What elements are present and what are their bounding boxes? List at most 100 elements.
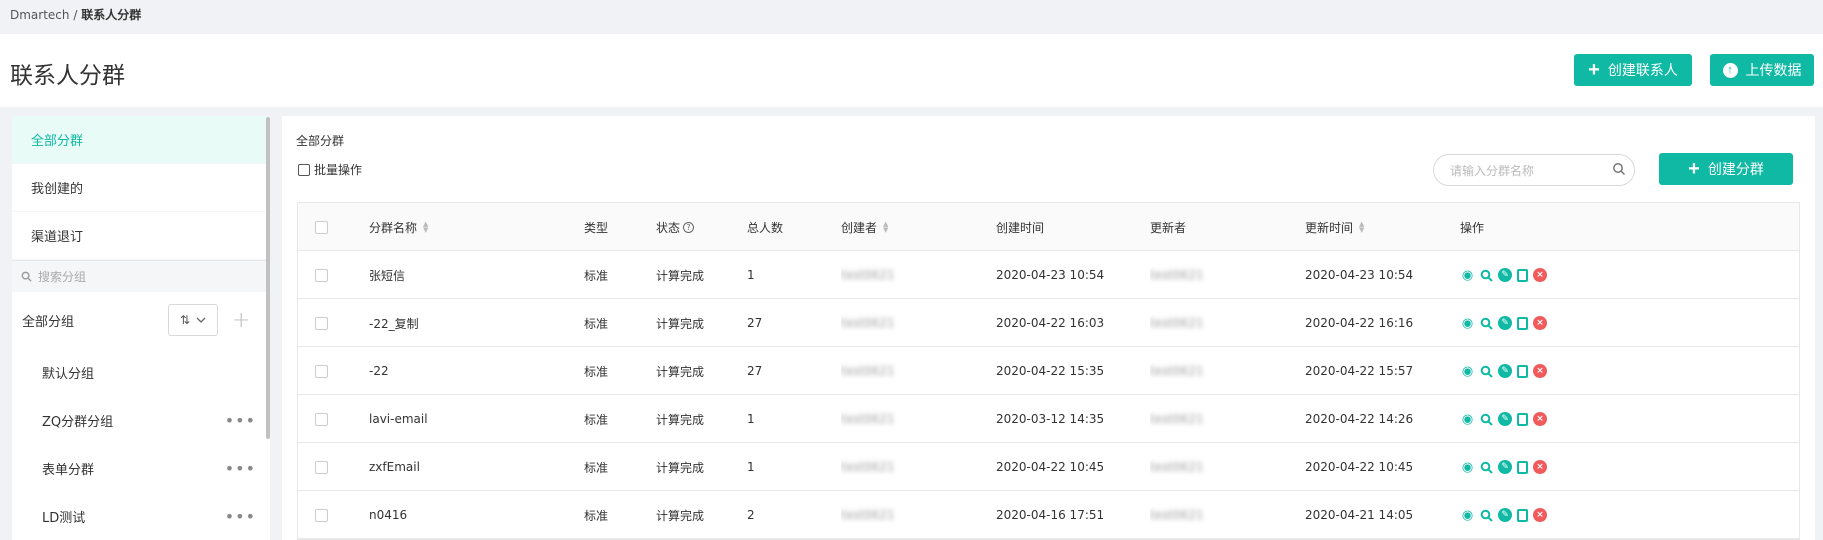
- cell-total: 1: [747, 412, 755, 426]
- copy-icon[interactable]: [1517, 508, 1528, 522]
- search-icon[interactable]: [1480, 413, 1493, 426]
- breadcrumb-root[interactable]: Dmartech: [10, 8, 70, 22]
- more-icon[interactable]: •••: [225, 411, 256, 430]
- row-checkbox-cell: [315, 299, 328, 347]
- select-all-checkbox[interactable]: [315, 220, 328, 234]
- cell-name[interactable]: zxfEmail: [369, 443, 420, 491]
- cell-type: 标准: [584, 508, 609, 523]
- cell-name[interactable]: n0416: [369, 491, 407, 539]
- cell-updater: test0621: [1150, 508, 1204, 522]
- create-contact-button[interactable]: + 创建联系人: [1574, 54, 1692, 86]
- more-icon[interactable]: •••: [225, 459, 256, 478]
- batch-operation-button[interactable]: 批量操作: [298, 161, 362, 178]
- copy-icon[interactable]: [1517, 364, 1528, 378]
- copy-icon[interactable]: [1517, 460, 1528, 474]
- row-actions: ◉ ✎ ×: [1460, 460, 1547, 475]
- column-header-updated-at[interactable]: 更新时间 ▲ ▼: [1305, 203, 1364, 251]
- upload-data-button[interactable]: ↑ 上传数据: [1710, 54, 1814, 86]
- table-row[interactable]: zxfEmail 标准 计算完成 1 test0621 2020-04-22 1…: [298, 443, 1799, 491]
- group-name-search-input[interactable]: 请输入分群名称: [1433, 154, 1635, 186]
- row-checkbox[interactable]: [315, 508, 328, 522]
- delete-icon[interactable]: ×: [1533, 412, 1547, 426]
- cell-created-at: 2020-04-22 15:35: [996, 364, 1105, 378]
- column-header-name[interactable]: 分群名称 ▲ ▼: [369, 203, 428, 251]
- create-group-button[interactable]: + 创建分群: [1659, 153, 1793, 185]
- cell-updater: test0621: [1150, 268, 1204, 282]
- sidebar-scrollbar[interactable]: [266, 117, 270, 439]
- row-checkbox[interactable]: [315, 460, 328, 474]
- delete-icon[interactable]: ×: [1533, 364, 1547, 378]
- delete-icon[interactable]: ×: [1533, 460, 1547, 474]
- edit-icon[interactable]: ✎: [1498, 508, 1512, 522]
- search-icon[interactable]: [1480, 269, 1493, 282]
- create-group-label: 创建分群: [1707, 161, 1764, 177]
- more-icon[interactable]: •••: [225, 507, 256, 526]
- group-search-input[interactable]: 搜索分组: [12, 260, 270, 292]
- row-checkbox-cell: [315, 347, 328, 395]
- delete-icon[interactable]: ×: [1533, 316, 1547, 330]
- search-icon[interactable]: [1480, 317, 1493, 330]
- cell-created-at: 2020-04-16 17:51: [996, 508, 1105, 522]
- add-group-button[interactable]: +: [232, 308, 250, 333]
- row-checkbox[interactable]: [315, 316, 328, 330]
- delete-icon[interactable]: ×: [1533, 508, 1547, 522]
- copy-icon[interactable]: [1517, 268, 1528, 282]
- edit-icon[interactable]: ✎: [1498, 364, 1512, 378]
- sort-icon[interactable]: ▲ ▼: [423, 221, 428, 234]
- view-icon[interactable]: ◉: [1460, 508, 1475, 523]
- group-item[interactable]: ZQ分群分组 •••: [12, 396, 270, 444]
- edit-icon[interactable]: ✎: [1498, 460, 1512, 474]
- table-row[interactable]: n0416 标准 计算完成 2 test0621 2020-04-16 17:5…: [298, 491, 1799, 539]
- column-header-label: 创建者: [841, 220, 878, 235]
- group-item[interactable]: 表单分群 •••: [12, 444, 270, 492]
- help-icon[interactable]: ?: [683, 221, 695, 233]
- cell-updater: test0621: [1150, 412, 1204, 426]
- cell-name[interactable]: 张短信: [369, 251, 405, 299]
- group-sort-dropdown[interactable]: ⇅: [168, 304, 218, 336]
- view-icon[interactable]: ◉: [1460, 460, 1475, 475]
- group-item[interactable]: 默认分组: [12, 348, 270, 396]
- table-row[interactable]: 张短信 标准 计算完成 1 test0621 2020-04-23 10:54 …: [298, 251, 1799, 299]
- cell-status: 计算完成: [656, 460, 705, 475]
- column-header-creator[interactable]: 创建者 ▲ ▼: [841, 203, 888, 251]
- edit-icon[interactable]: ✎: [1498, 412, 1512, 426]
- sort-icon[interactable]: ▲ ▼: [1359, 221, 1364, 234]
- table-row[interactable]: -22_复制 标准 计算完成 27 test0621 2020-04-22 16…: [298, 299, 1799, 347]
- view-icon[interactable]: ◉: [1460, 268, 1475, 283]
- copy-icon[interactable]: [1517, 412, 1528, 426]
- group-item[interactable]: LD测试 •••: [12, 492, 270, 540]
- search-icon[interactable]: [1612, 162, 1626, 176]
- row-checkbox[interactable]: [315, 412, 328, 426]
- view-icon[interactable]: ◉: [1460, 316, 1475, 331]
- search-icon[interactable]: [1480, 365, 1493, 378]
- cell-name[interactable]: lavi-email: [369, 395, 428, 443]
- sidebar-item-my-created[interactable]: 我创建的: [12, 164, 270, 212]
- sort-icon[interactable]: ▲ ▼: [883, 221, 888, 234]
- view-icon[interactable]: ◉: [1460, 412, 1475, 427]
- sidebar-item-all-groups[interactable]: 全部分群: [12, 116, 270, 164]
- cell-total: 1: [747, 460, 755, 474]
- cell-total: 1: [747, 268, 755, 282]
- column-header-updater: 更新者: [1150, 203, 1186, 251]
- column-header-label: 总人数: [747, 220, 784, 235]
- copy-icon[interactable]: [1517, 316, 1528, 330]
- view-icon[interactable]: ◉: [1460, 364, 1475, 379]
- edit-icon[interactable]: ✎: [1498, 316, 1512, 330]
- breadcrumb-separator: /: [69, 8, 82, 22]
- row-checkbox-cell: [315, 491, 328, 539]
- table-row[interactable]: -22 标准 计算完成 27 test0621 2020-04-22 15:35…: [298, 347, 1799, 395]
- row-checkbox[interactable]: [315, 364, 328, 378]
- delete-icon[interactable]: ×: [1533, 268, 1547, 282]
- search-icon[interactable]: [1480, 461, 1493, 474]
- search-icon[interactable]: [1480, 509, 1493, 522]
- group-search-placeholder: 搜索分组: [38, 270, 87, 284]
- row-checkbox[interactable]: [315, 268, 328, 282]
- column-header-actions: 操作: [1460, 203, 1484, 251]
- cell-name[interactable]: -22: [369, 347, 389, 395]
- cell-name[interactable]: -22_复制: [369, 299, 419, 347]
- plus-icon: +: [1588, 59, 1600, 81]
- sidebar-item-channel-unsubscribe[interactable]: 渠道退订: [12, 212, 270, 260]
- table-row[interactable]: lavi-email 标准 计算完成 1 test0621 2020-03-12…: [298, 395, 1799, 443]
- edit-icon[interactable]: ✎: [1498, 268, 1512, 282]
- page-header: 联系人分群 + 创建联系人 ↑ 上传数据: [0, 34, 1823, 107]
